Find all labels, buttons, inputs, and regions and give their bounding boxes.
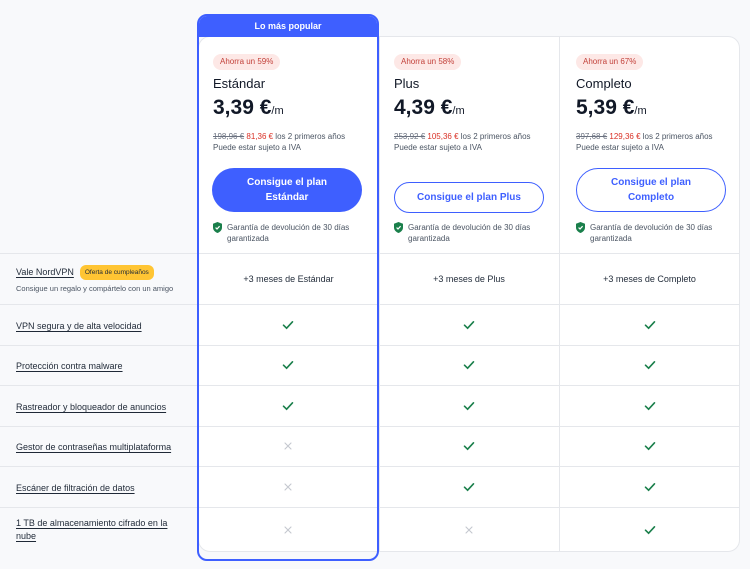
check-icon bbox=[463, 321, 475, 330]
feature-label[interactable]: Protección contra malware bbox=[16, 360, 123, 373]
check-icon bbox=[644, 442, 656, 451]
new-price: 81,36 € bbox=[246, 132, 274, 141]
cross-icon bbox=[284, 526, 292, 534]
plan-price: 3,39 €/m bbox=[213, 96, 284, 119]
old-price: 198,96 € bbox=[213, 132, 245, 141]
check-icon bbox=[644, 402, 656, 411]
check-icon bbox=[282, 402, 294, 411]
cross-icon bbox=[284, 442, 292, 450]
get-completo-plan-button[interactable]: Consigue el plan Completo bbox=[576, 168, 726, 212]
shield-check-icon bbox=[576, 222, 585, 233]
voucher-link[interactable]: Vale NordVPN bbox=[16, 267, 74, 277]
cross-icon bbox=[284, 483, 292, 491]
savings-badge: Ahorra un 67% bbox=[576, 54, 644, 70]
check-icon bbox=[282, 321, 294, 330]
check-icon bbox=[644, 361, 656, 370]
feature-label[interactable]: VPN segura y de alta velocidad bbox=[16, 320, 142, 333]
shield-check-icon bbox=[394, 222, 403, 233]
check-icon bbox=[644, 526, 656, 535]
money-back-guarantee: Garantía de devolución de 30 días garant… bbox=[576, 222, 736, 244]
price-detail: 397,68 € 129,36 € los 2 primeros años bbox=[576, 132, 713, 141]
cross-icon bbox=[465, 526, 473, 534]
price-detail: 253,92 € 105,36 € los 2 primeros años bbox=[394, 132, 531, 141]
check-icon bbox=[644, 483, 656, 492]
vat-note: Puede estar sujeto a IVA bbox=[576, 143, 664, 152]
get-plus-plan-button[interactable]: Consigue el plan Plus bbox=[394, 182, 544, 213]
plan-price: 5,39 €/m bbox=[576, 96, 647, 119]
check-icon bbox=[463, 402, 475, 411]
savings-badge: Ahorra un 59% bbox=[213, 54, 281, 70]
feature-label[interactable]: Rastreador y bloqueador de anuncios bbox=[16, 401, 166, 414]
birthday-offer-tag: Oferta de cumpleaños bbox=[79, 265, 154, 280]
new-price: 129,36 € bbox=[609, 132, 641, 141]
vat-note: Puede estar sujeto a IVA bbox=[394, 143, 482, 152]
plan-price: 4,39 €/m bbox=[394, 96, 465, 119]
check-icon bbox=[282, 361, 294, 370]
check-icon bbox=[463, 483, 475, 492]
plan-name: Completo bbox=[576, 76, 632, 91]
shield-check-icon bbox=[213, 222, 222, 233]
get-estandar-plan-button[interactable]: Consigue el plan Estándar bbox=[212, 168, 362, 212]
most-popular-banner: Lo más popular bbox=[199, 16, 377, 37]
money-back-guarantee: Garantía de devolución de 30 días garant… bbox=[213, 222, 373, 244]
vat-note: Puede estar sujeto a IVA bbox=[213, 143, 301, 152]
feature-label[interactable]: Gestor de contraseñas multiplataforma bbox=[16, 441, 171, 454]
old-price: 397,68 € bbox=[576, 132, 608, 141]
price-detail: 198,96 € 81,36 € los 2 primeros años bbox=[213, 132, 346, 141]
check-icon bbox=[644, 321, 656, 330]
voucher-row-subtitle: Consigue un regalo y compártelo con un a… bbox=[16, 284, 174, 293]
check-icon bbox=[463, 442, 475, 451]
old-price: 253,92 € bbox=[394, 132, 426, 141]
voucher-value: +3 meses de Estándar bbox=[243, 274, 334, 284]
money-back-guarantee: Garantía de devolución de 30 días garant… bbox=[394, 222, 554, 244]
feature-label[interactable]: 1 TB de almacenamiento cifrado en la nub… bbox=[16, 517, 186, 543]
plan-name: Estándar bbox=[213, 76, 266, 91]
plan-name: Plus bbox=[394, 76, 420, 91]
voucher-row-label: Vale NordVPN Oferta de cumpleaños bbox=[16, 265, 154, 280]
voucher-value: +3 meses de Completo bbox=[603, 274, 696, 284]
voucher-value: +3 meses de Plus bbox=[433, 274, 505, 284]
column-divider bbox=[379, 36, 380, 552]
new-price: 105,36 € bbox=[427, 132, 459, 141]
savings-badge: Ahorra un 58% bbox=[394, 54, 462, 70]
column-divider bbox=[559, 36, 560, 552]
check-icon bbox=[463, 361, 475, 370]
feature-label[interactable]: Escáner de filtración de datos bbox=[16, 482, 135, 495]
